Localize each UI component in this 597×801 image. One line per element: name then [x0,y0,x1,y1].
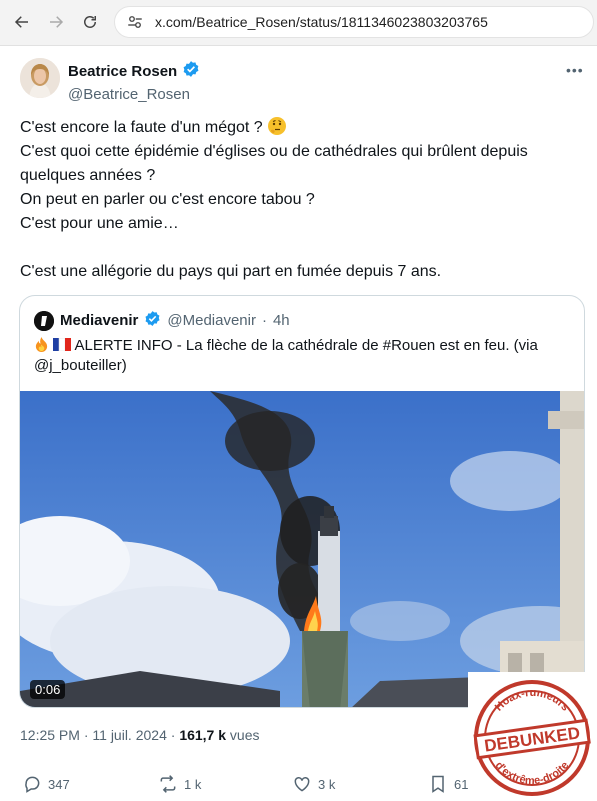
mediavenir-logo-icon[interactable] [34,310,54,331]
quoted-tweet-age[interactable]: 4h [273,312,290,329]
forward-arrow-icon[interactable] [45,11,67,33]
tweet-line: quelques années ? [20,167,156,184]
debunked-stamp: Hoax-rumeurs d'extrême-droite DEBUNKED [468,672,597,801]
author-name[interactable]: Beatrice Rosen [68,63,177,80]
quoted-tweet-text: ALERTE INFO - La flèche de la cathédrale… [34,337,538,374]
quoted-tweet-card[interactable]: Mediavenir @Mediavenir · 4h ALERTE INFO … [19,295,585,708]
quoted-author-name[interactable]: Mediavenir [60,312,138,329]
tweet-line: C'est encore la faute d'un mégot ? [20,116,580,140]
quoted-author-handle[interactable]: @Mediavenir [167,312,256,329]
tweet-line: C'est quoi cette épidémie d'églises ou d… [20,143,528,160]
reply-count: 347 [48,776,70,792]
video-player[interactable]: 0:06 [20,391,584,707]
france-flag-icon [53,337,72,354]
tweet-line: C'est pour une amie… [20,215,179,232]
like-count: 3 k [318,776,336,792]
view-count: 161,7 k [179,727,227,743]
tweet-text: C'est encore la faute d'un mégot ? C'est… [20,116,580,284]
author-avatar[interactable] [20,58,60,98]
tweet-timestamp: 12:25 PM · 11 juil. 2024 · 161,7 k vues [20,727,260,743]
bookmark-count: 61 [454,776,469,792]
author-handle[interactable]: @Beatrice_Rosen [68,86,200,103]
tweet-time[interactable]: 12:25 PM [20,727,80,743]
like-button[interactable]: 3 k [292,774,335,794]
url-text: x.com/Beatrice_Rosen/status/181134602380… [155,14,488,30]
bookmark-button[interactable]: 61 [428,774,468,794]
verified-badge-icon [144,310,161,331]
video-duration: 0:06 [30,680,66,699]
repost-count: 1 k [184,776,202,792]
browser-toolbar: x.com/Beatrice_Rosen/status/181134602380… [0,0,597,46]
fire-emoji-icon [34,337,49,354]
thinking-face-emoji-icon [267,116,287,136]
bookmark-icon [432,775,444,793]
site-settings-icon[interactable] [123,10,147,34]
author-block: Beatrice Rosen @Beatrice_Rosen [68,60,200,103]
heart-icon [294,776,310,792]
repost-button[interactable]: 1 k [158,774,201,794]
dot-separator: · [261,312,267,329]
back-arrow-icon[interactable] [11,11,33,33]
reply-button[interactable]: 347 [22,774,70,794]
cathedral-fire-video-frame [20,391,584,707]
reply-icon [25,776,40,793]
tweet-line: C'est une allégorie du pays qui part en … [20,263,442,280]
quoted-tweet-header: Mediavenir @Mediavenir · 4h [34,310,290,331]
view-label: vues [229,727,260,743]
tweet-line: On peut en parler ou c'est encore tabou … [20,191,315,208]
address-bar[interactable]: x.com/Beatrice_Rosen/status/181134602380… [114,6,594,38]
tweet-date[interactable]: 11 juil. 2024 [92,727,166,743]
reload-icon[interactable] [79,11,101,33]
repost-icon [160,775,176,793]
more-options-icon[interactable]: ••• [566,62,584,78]
verified-badge-icon [182,60,200,83]
